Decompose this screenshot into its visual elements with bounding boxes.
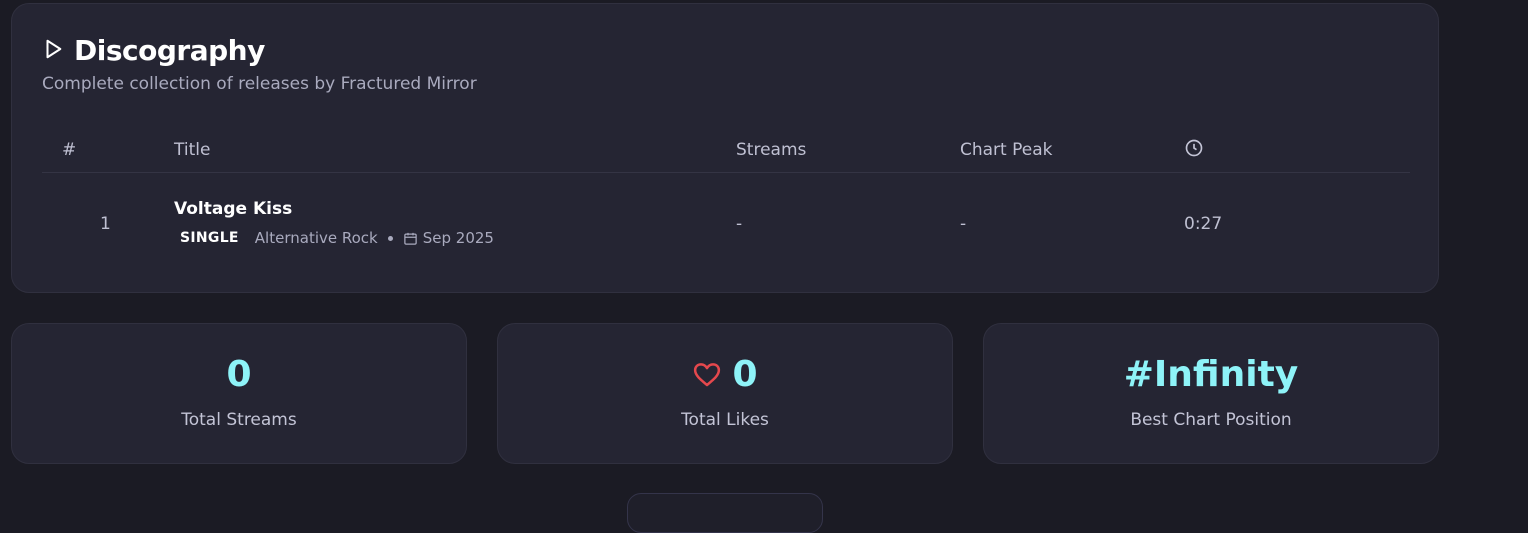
stat-value: #Infinity — [984, 354, 1438, 395]
best-chart-position-value: #Infinity — [1123, 354, 1299, 395]
stat-label: Total Streams — [181, 410, 297, 430]
stat-value: 0 — [12, 354, 466, 395]
column-title: Title — [174, 140, 211, 160]
track-streams: - — [736, 214, 743, 234]
release-date: Sep 2025 — [422, 229, 494, 247]
discography-subtitle: Complete collection of releases by Fract… — [42, 74, 477, 94]
stat-card-total-likes: 0 Total Likes — [497, 323, 953, 464]
total-streams-value: 0 — [226, 354, 252, 395]
table-row[interactable]: 1 Voltage Kiss SINGLE Alternative Rock S… — [42, 174, 1410, 254]
track-chart-peak: - — [960, 214, 967, 234]
page-title: Discography — [74, 34, 265, 67]
calendar-icon — [403, 232, 417, 245]
discography-card: Discography Complete collection of relea… — [11, 3, 1439, 293]
separator-dot — [387, 235, 393, 241]
track-number: 1 — [100, 214, 111, 234]
track-title[interactable]: Voltage Kiss — [174, 199, 292, 219]
track-duration: 0:27 — [1184, 214, 1223, 234]
stat-label: Best Chart Position — [1130, 410, 1292, 430]
clock-icon — [1184, 138, 1204, 163]
track-genre: Alternative Rock — [254, 229, 378, 247]
column-chart-peak: Chart Peak — [960, 140, 1053, 160]
column-number: # — [62, 140, 77, 160]
stat-value: 0 — [498, 354, 952, 395]
load-more-button[interactable] — [627, 493, 823, 533]
play-icon[interactable] — [42, 38, 64, 64]
track-meta: SINGLE Alternative Rock Sep 2025 — [174, 229, 494, 247]
table-header: # Title Streams Chart Peak — [42, 126, 1410, 173]
stat-label: Total Likes — [681, 410, 769, 430]
stat-card-total-streams: 0 Total Streams — [11, 323, 467, 464]
column-streams: Streams — [736, 140, 807, 160]
stat-card-best-chart-position: #Infinity Best Chart Position — [983, 323, 1439, 464]
heart-icon — [694, 362, 721, 386]
total-likes-value: 0 — [732, 354, 758, 395]
discography-header: Discography — [42, 34, 265, 67]
release-type-badge: SINGLE — [180, 230, 239, 246]
